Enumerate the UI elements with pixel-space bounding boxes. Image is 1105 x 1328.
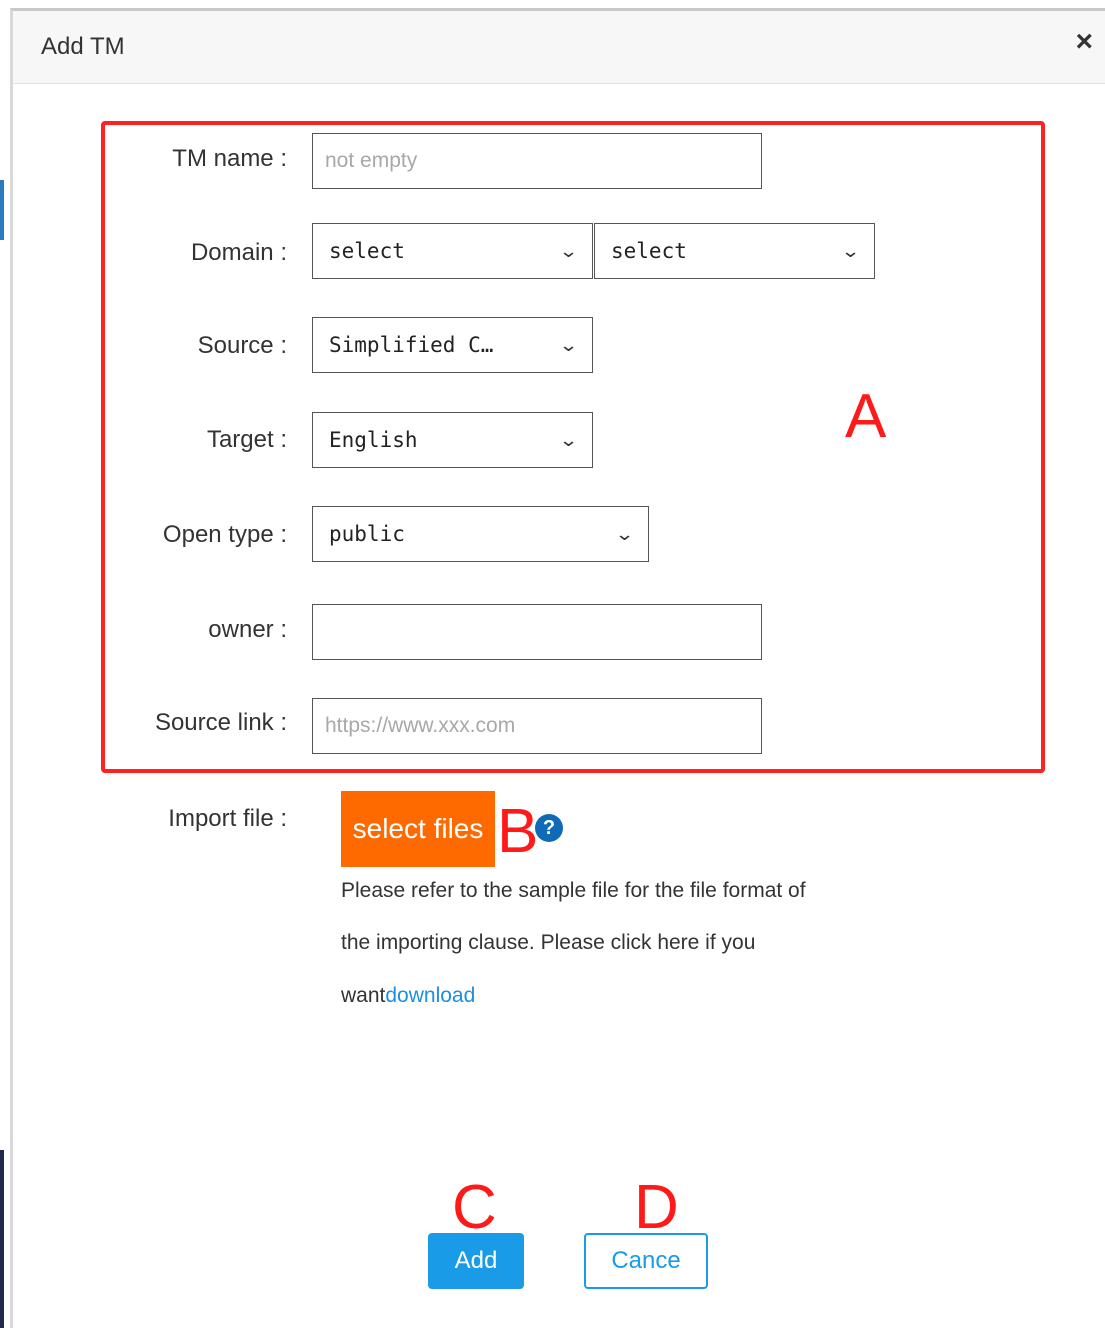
backdrop-accent <box>0 180 4 240</box>
source-link-input[interactable]: https://www.xxx.com <box>312 698 762 754</box>
domain-select-secondary[interactable]: select ⌄ <box>594 223 875 279</box>
chevron-down-icon: ⌄ <box>558 429 579 451</box>
domain-select-secondary-value: select <box>611 239 687 263</box>
owner-label: owner : <box>208 616 287 643</box>
domain-select-primary[interactable]: select ⌄ <box>312 223 593 279</box>
chevron-down-icon: ⌄ <box>558 334 579 356</box>
tm-name-input[interactable]: not empty <box>312 133 762 189</box>
annotation-c: C <box>452 1173 497 1242</box>
import-note-line-2: the importing clause. Please click here … <box>341 931 756 954</box>
target-language-select[interactable]: English ⌄ <box>312 412 593 468</box>
backdrop-accent-dark <box>0 1150 4 1328</box>
chevron-down-icon: ⌄ <box>558 240 579 262</box>
target-language-value: English <box>329 428 418 452</box>
import-file-label: Import file : <box>168 805 287 832</box>
open-type-select[interactable]: public ⌄ <box>312 506 649 562</box>
annotation-b: B <box>497 797 539 866</box>
close-icon[interactable]: × <box>1075 27 1093 57</box>
annotation-d: D <box>634 1173 679 1242</box>
owner-input[interactable] <box>312 604 762 660</box>
backdrop-edge <box>0 0 10 1328</box>
dialog-title: Add TM <box>41 33 125 60</box>
source-language-select[interactable]: Simplified C… ⌄ <box>312 317 593 373</box>
tm-name-label: TM name : <box>172 145 287 172</box>
domain-select-primary-value: select <box>329 239 405 263</box>
source-link-label: Source link : <box>154 709 287 736</box>
import-note-line-3: wantdownload <box>341 984 475 1008</box>
open-type-value: public <box>329 522 405 546</box>
import-note-prefix: want <box>341 984 386 1007</box>
source-language-value: Simplified C… <box>329 333 494 357</box>
import-note-line-1: Please refer to the sample file for the … <box>341 879 806 902</box>
dialog-header: Add TM × <box>13 11 1105 84</box>
download-link[interactable]: download <box>385 984 475 1007</box>
help-icon[interactable]: ? <box>535 814 563 842</box>
add-button[interactable]: Add <box>428 1233 524 1289</box>
source-label: Source : <box>197 332 287 359</box>
open-type-label: Open type : <box>162 521 287 548</box>
chevron-down-icon: ⌄ <box>840 240 861 262</box>
domain-label: Domain : <box>190 239 287 266</box>
add-tm-dialog: Add TM × A TM name : not empty Domain : … <box>10 8 1105 1328</box>
target-label: Target : <box>206 426 287 453</box>
annotation-a: A <box>845 382 887 451</box>
select-files-button[interactable]: select files <box>341 791 495 867</box>
chevron-down-icon: ⌄ <box>614 523 635 545</box>
cancel-button[interactable]: Cance <box>584 1233 708 1289</box>
